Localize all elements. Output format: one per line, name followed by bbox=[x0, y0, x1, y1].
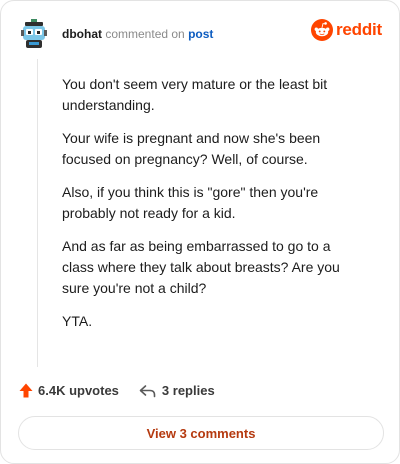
commented-on-text: commented on bbox=[105, 27, 185, 41]
upvote-arrow-icon bbox=[19, 383, 33, 398]
comment-actions: 6.4K upvotes 3 replies bbox=[19, 383, 215, 398]
upvote-button[interactable]: 6.4K upvotes bbox=[19, 383, 119, 398]
post-link[interactable]: post bbox=[188, 27, 213, 41]
avatar[interactable] bbox=[20, 19, 48, 49]
comment-paragraph: And as far as being embarrassed to go to… bbox=[62, 238, 340, 296]
replies-count: 3 replies bbox=[161, 383, 215, 398]
comment-paragraph: YTA. bbox=[62, 313, 93, 329]
comment-paragraph: You don't seem very mature or the least … bbox=[62, 76, 328, 113]
comment-header: dbohat commented on post bbox=[62, 27, 213, 41]
reddit-wordmark: reddit bbox=[336, 20, 383, 39]
comment-body: You don't seem very mature or the least … bbox=[62, 74, 362, 344]
replies-button[interactable]: 3 replies bbox=[139, 383, 215, 398]
reddit-logo[interactable]: reddit bbox=[311, 19, 382, 41]
view-comments-button[interactable]: View 3 comments bbox=[18, 416, 384, 450]
reply-arrow-icon bbox=[139, 384, 156, 397]
comment-paragraph: Also, if you think this is "gore" then y… bbox=[62, 184, 319, 221]
reddit-snoo-icon bbox=[311, 19, 333, 41]
upvote-count: 6.4K upvotes bbox=[38, 383, 119, 398]
author-name[interactable]: dbohat bbox=[62, 27, 102, 41]
comment-card: dbohat commented on post reddit You don'… bbox=[0, 0, 400, 464]
comment-paragraph: Your wife is pregnant and now she's been… bbox=[62, 130, 321, 167]
thread-line[interactable] bbox=[37, 59, 38, 367]
